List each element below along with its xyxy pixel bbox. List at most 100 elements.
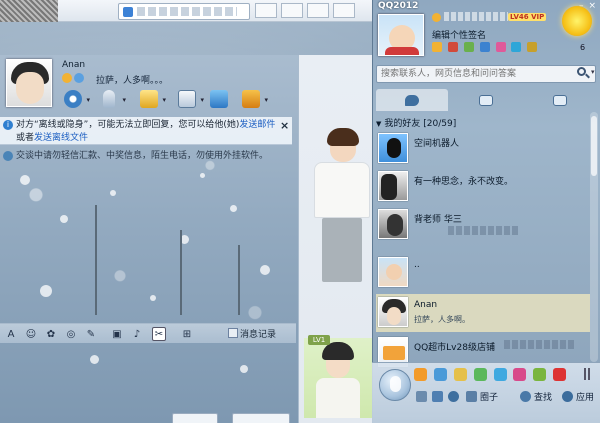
scrollbar-thumb[interactable]: [591, 116, 597, 176]
app-more-button[interactable]: [584, 368, 594, 382]
snow-dot: [40, 285, 52, 297]
qzone-icon[interactable]: [447, 42, 458, 52]
security-icon[interactable]: [448, 391, 459, 402]
game-app-icon[interactable]: [473, 368, 487, 381]
search-input[interactable]: [376, 65, 596, 83]
close-chat-button[interactable]: [172, 413, 218, 423]
star-icon: [62, 73, 72, 83]
apps-icon: [562, 391, 573, 402]
find-button[interactable]: 查找: [534, 390, 552, 403]
vip-badge[interactable]: LV46 VIP: [508, 13, 547, 21]
contact-row[interactable]: 有一种思念，永不改变。: [376, 168, 590, 206]
weather-sun-icon[interactable]: [562, 6, 592, 36]
send-mail-link[interactable]: 发送邮件: [239, 120, 275, 130]
music-button[interactable]: ♪: [130, 327, 144, 341]
message-manager-icon[interactable]: [432, 391, 443, 402]
tab-groups[interactable]: [450, 89, 522, 111]
app-icon-row: [414, 368, 574, 384]
contact-name: ..: [414, 260, 420, 270]
music-icon[interactable]: [495, 42, 506, 52]
magic-emoji-button[interactable]: ✿: [44, 327, 58, 341]
video-app-icon[interactable]: [553, 368, 567, 381]
my-avatar[interactable]: [378, 14, 424, 56]
contact-list-scrollbar[interactable]: [590, 112, 598, 362]
scrawl-button[interactable]: ✎: [84, 327, 98, 341]
emoji-button[interactable]: ☺: [24, 327, 38, 341]
gift-button[interactable]: ⊞: [180, 327, 194, 341]
message-history-button[interactable]: 消息记录: [228, 327, 276, 340]
weibo-app-icon[interactable]: [433, 368, 447, 381]
contact-avatar: [378, 171, 408, 201]
app-button[interactable]: ▾: [174, 87, 204, 111]
contact-row[interactable]: 背老师 华三: [376, 206, 590, 244]
qq-show-avatar-self[interactable]: [304, 338, 372, 418]
chevron-down-icon[interactable]: ▾: [591, 68, 595, 76]
snow-dot: [230, 205, 237, 212]
send-offline-file-link[interactable]: 发送离线文件: [34, 133, 88, 143]
qq-show-avatar-contact[interactable]: [300, 128, 372, 288]
qq-tool-row: 圈子 查找 应用: [416, 390, 600, 404]
star-icon[interactable]: [432, 42, 442, 52]
street-pole: [238, 245, 240, 315]
mail-icon[interactable]: [479, 42, 490, 52]
remote-desktop-button[interactable]: [206, 87, 232, 111]
wallet-icon[interactable]: [527, 42, 538, 52]
friend-group-header[interactable]: ▼ 我的好友 [20/59]: [376, 116, 456, 129]
circle-button[interactable]: 圈子: [480, 390, 498, 403]
groups-tab-icon: [479, 94, 493, 106]
close-notice-button[interactable]: ×: [280, 119, 289, 132]
video-call-button[interactable]: ▾: [60, 87, 90, 111]
contact-name[interactable]: Anan: [62, 60, 85, 70]
online-status-icon[interactable]: [432, 13, 441, 22]
shake-button[interactable]: ◎: [64, 327, 78, 341]
contact-level-badge: [62, 73, 88, 84]
contacts-tab-icon: [405, 94, 419, 106]
snow-dot: [200, 173, 205, 178]
avatar-shirt: [385, 47, 419, 55]
font-icon: A: [7, 328, 15, 340]
screenshot-button[interactable]: ✂: [152, 327, 166, 341]
friend-group-count: [20/59]: [423, 119, 457, 129]
close-icon[interactable]: ×: [588, 1, 596, 11]
manager-app-icon[interactable]: [533, 368, 547, 381]
browser-button[interactable]: [333, 3, 355, 18]
send-button-row: [160, 413, 296, 423]
send-button[interactable]: [232, 413, 290, 423]
apps-button[interactable]: 应用: [576, 390, 594, 403]
avatar-silhouette: [381, 174, 397, 200]
voice-call-button[interactable]: ▾: [96, 87, 126, 111]
browser-tab[interactable]: [118, 3, 250, 20]
image-button[interactable]: ▣: [110, 327, 124, 341]
chevron-down-icon: ▾: [200, 96, 204, 104]
contact-avatar[interactable]: [6, 59, 52, 107]
pet-app-icon[interactable]: [453, 368, 467, 381]
tab-recent[interactable]: [524, 89, 596, 111]
avatar-shirt: [314, 162, 370, 218]
browser-button[interactable]: [307, 3, 329, 18]
main-menu-button[interactable]: [379, 369, 411, 401]
chevron-down-icon: ▾: [264, 96, 268, 104]
tab-contacts[interactable]: [376, 89, 448, 111]
more-apps-button[interactable]: ▾: [238, 87, 268, 111]
my-nickname[interactable]: [444, 12, 508, 21]
mall-app-icon[interactable]: [513, 368, 527, 381]
font-button[interactable]: A: [4, 327, 18, 341]
pet-icon[interactable]: [463, 42, 474, 52]
avatar-face: [386, 264, 402, 280]
contact-row[interactable]: 空间机器人: [376, 130, 590, 168]
search-icon[interactable]: [577, 67, 590, 79]
app-icon: [178, 90, 196, 108]
my-signature[interactable]: 编辑个性签名: [432, 28, 486, 41]
chevron-down-icon: ▾: [86, 96, 90, 104]
message-input[interactable]: [0, 344, 296, 410]
contact-row-selected[interactable]: Anan 拉萨，人多啊。: [376, 294, 590, 332]
settings-icon[interactable]: [416, 391, 427, 402]
contact-row[interactable]: ..: [376, 254, 590, 292]
qzone-app-icon[interactable]: [414, 368, 427, 381]
music-app-icon[interactable]: [493, 368, 507, 381]
input-toolbar: A ☺ ✿ ◎ ✎ ▣ ♪ ✂ ⊞ 消息记录: [0, 323, 296, 343]
browser-button[interactable]: [281, 3, 303, 18]
browser-button[interactable]: [255, 3, 277, 18]
file-transfer-button[interactable]: ▾: [136, 87, 166, 111]
weibo-icon[interactable]: [511, 42, 522, 52]
